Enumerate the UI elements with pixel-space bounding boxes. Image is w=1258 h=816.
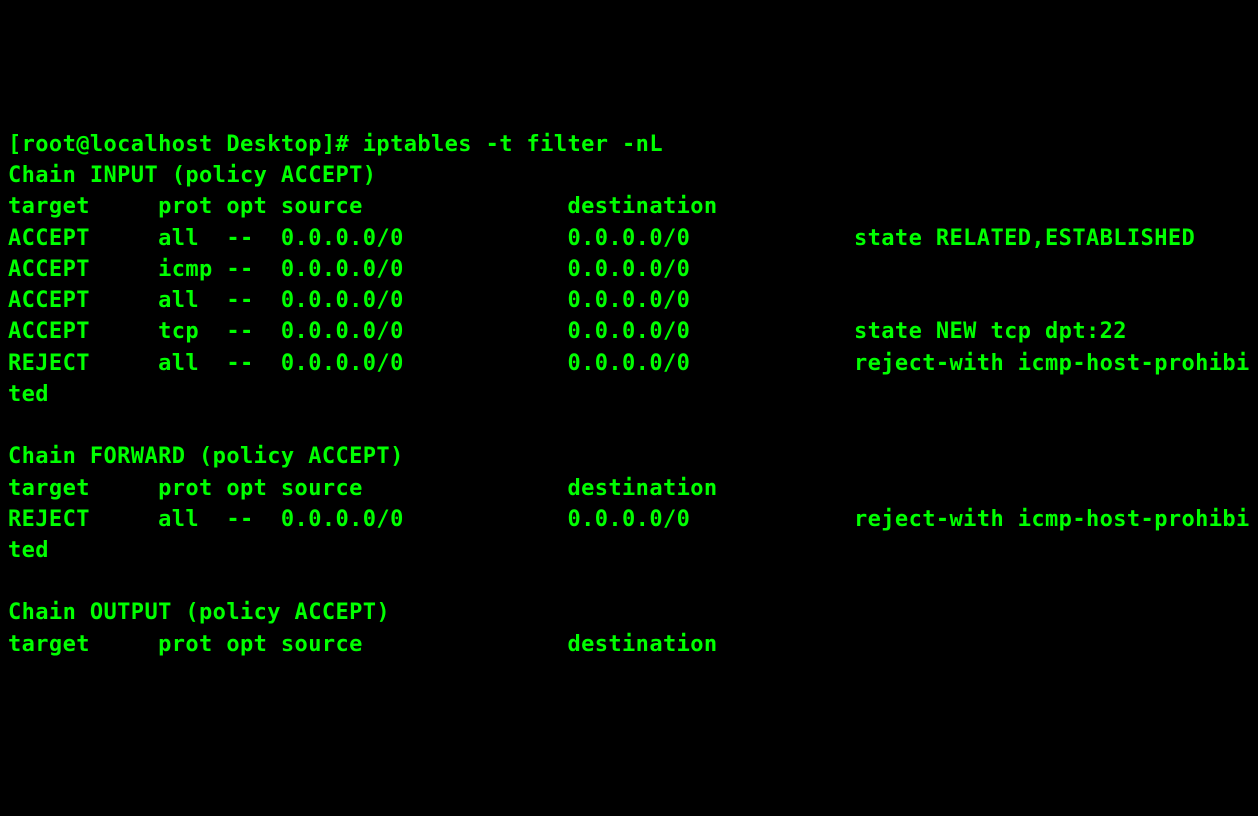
column-header: target prot opt source destination <box>8 632 718 657</box>
rule-line: ACCEPT icmp -- 0.0.0.0/0 0.0.0.0/0 <box>8 257 690 282</box>
rule-line: ACCEPT all -- 0.0.0.0/0 0.0.0.0/0 state … <box>8 226 1195 251</box>
rule-line: REJECT all -- 0.0.0.0/0 0.0.0.0/0 reject… <box>8 351 1250 407</box>
chain-header: Chain INPUT (policy ACCEPT) <box>8 163 376 188</box>
column-header: target prot opt source destination <box>8 476 718 501</box>
rule-line: ACCEPT tcp -- 0.0.0.0/0 0.0.0.0/0 state … <box>8 319 1127 344</box>
shell-prompt: [root@localhost Desktop]# <box>8 132 363 157</box>
terminal-output[interactable]: [root@localhost Desktop]# iptables -t fi… <box>8 129 1250 660</box>
command-text: iptables -t filter -nL <box>363 132 663 157</box>
chain-header: Chain OUTPUT (policy ACCEPT) <box>8 600 390 625</box>
rule-line: ACCEPT all -- 0.0.0.0/0 0.0.0.0/0 <box>8 288 690 313</box>
rule-line: REJECT all -- 0.0.0.0/0 0.0.0.0/0 reject… <box>8 507 1250 563</box>
column-header: target prot opt source destination <box>8 194 718 219</box>
chain-header: Chain FORWARD (policy ACCEPT) <box>8 444 404 469</box>
